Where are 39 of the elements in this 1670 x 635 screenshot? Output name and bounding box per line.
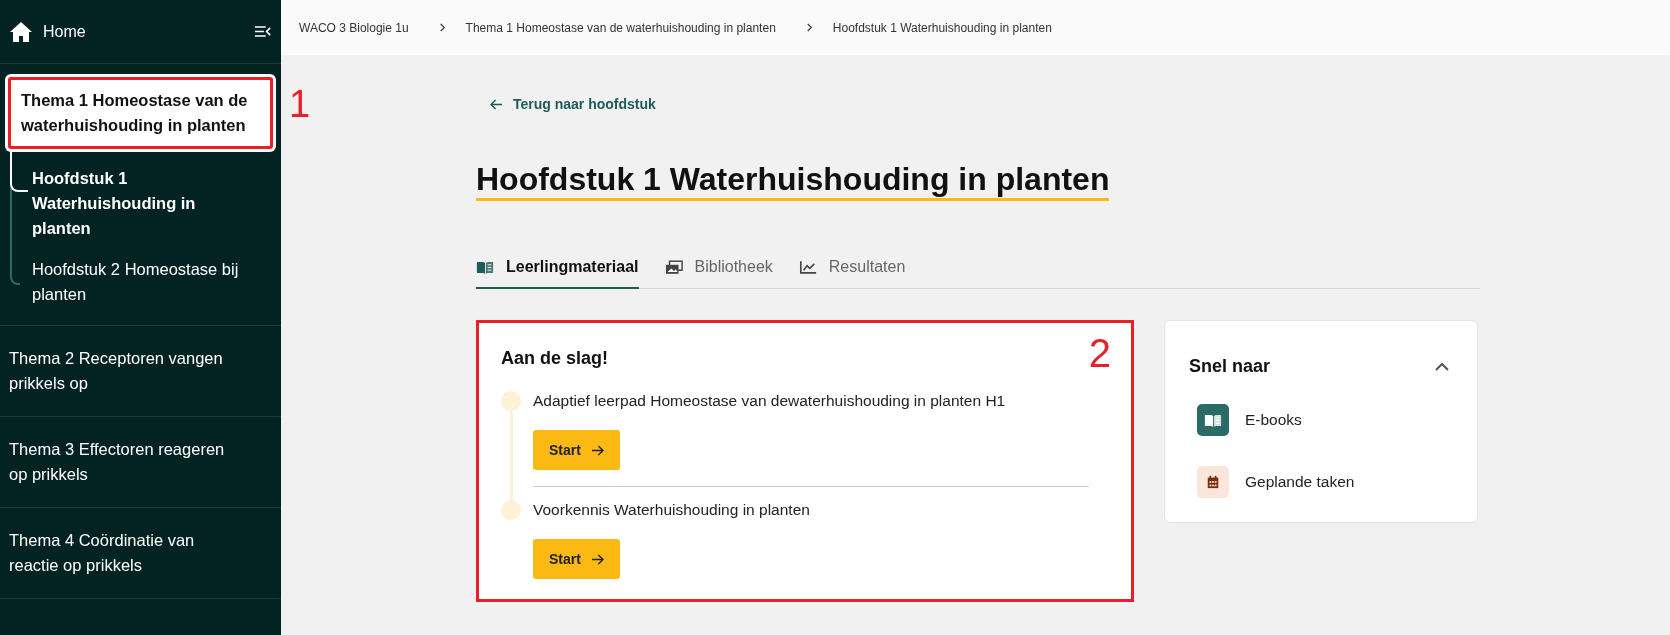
calendar-icon (1206, 475, 1220, 489)
annotation-number: 2 (1088, 333, 1111, 373)
chevron-right-icon (438, 23, 446, 32)
sidebar-subitem[interactable]: Hoofdstuk 1 Waterhuishouding in planten (32, 158, 281, 249)
breadcrumb-link[interactable]: Hoofdstuk 1 Waterhuishouding in planten (832, 18, 1052, 37)
tab[interactable]: Leerlingmateriaal (476, 249, 639, 289)
home-icon (9, 20, 33, 43)
start-button[interactable]: Start (533, 539, 620, 579)
chart-icon (798, 259, 817, 275)
card-title: Aan de slag! (501, 347, 609, 370)
quick-link[interactable]: E-books (1197, 404, 1453, 436)
annotation-number: 1 (289, 85, 311, 123)
sidebar-subitem[interactable]: Hoofdstuk 2 Homeostase bij planten (32, 249, 281, 315)
activity-title: Voorkennis Waterhuishouding in planten (533, 500, 811, 520)
sidebar-item[interactable]: Thema 4 Coördinatie van reactie op prikkels (0, 508, 281, 598)
arrow-left-icon (490, 99, 503, 110)
tab[interactable]: Bibliotheek (664, 249, 773, 289)
page-title: Hoofdstuk 1 Waterhuishouding in planten (476, 161, 1110, 201)
start-button[interactable]: Start (533, 430, 620, 470)
tab[interactable]: Resultaten (798, 249, 906, 289)
breadcrumb-link[interactable]: WACO 3 Biologie 1u (299, 18, 409, 37)
home-link[interactable]: Home (9, 19, 86, 44)
back-link[interactable]: Terug naar hoofdstuk (490, 94, 656, 115)
breadcrumb-link[interactable]: Thema 1 Homeostase van de waterhuishouding in planten (465, 18, 776, 37)
book-icon (476, 259, 494, 275)
sidebar-item[interactable]: Thema 3 Effectoren reageren op prikkels (0, 417, 281, 507)
arrow-right-icon (590, 444, 604, 456)
chevron-up-icon (1435, 362, 1449, 371)
quick-link[interactable]: Geplande taken (1197, 466, 1453, 498)
images-icon (664, 259, 683, 275)
chevron-right-icon (805, 23, 813, 32)
card-title: Snel naar (1189, 355, 1271, 378)
collapse-menu-button[interactable] (254, 25, 272, 38)
arrow-right-icon (590, 553, 604, 565)
activity-title: Adaptief leerpad Homeostase van dewaterhuishouding in planten H1 (533, 391, 1007, 411)
sidebar-item[interactable]: Thema 2 Receptoren vangen prikkels op (0, 326, 281, 416)
sidebar-item[interactable]: Thema 1 Homeostase van de waterhuishouding in planten (5, 74, 276, 152)
book-icon (1204, 412, 1222, 428)
menu-collapse-icon (254, 25, 272, 38)
